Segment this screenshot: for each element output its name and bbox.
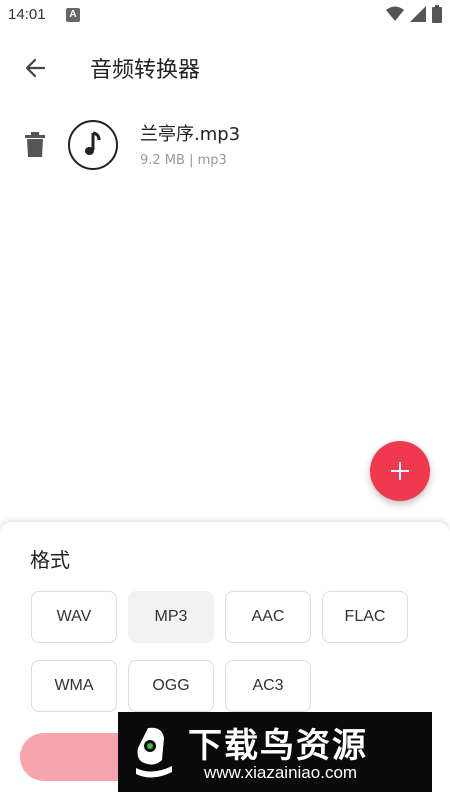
arrow-left-icon: [25, 58, 46, 78]
trash-icon: [25, 132, 45, 157]
format-ac3-button[interactable]: AC3: [225, 660, 311, 712]
format-mp3-button[interactable]: MP3: [128, 591, 214, 643]
file-name: 兰亭序.mp3: [140, 124, 241, 145]
signal-icon: [410, 6, 426, 22]
bird-logo-icon: [132, 726, 176, 780]
file-list-item[interactable]: 兰亭序.mp3 9.2 MB | mp3: [0, 112, 450, 182]
battery-icon: [432, 5, 442, 23]
format-wma-button[interactable]: WMA: [31, 660, 117, 712]
watermark-title: 下载鸟资源: [188, 726, 368, 766]
back-button[interactable]: [20, 52, 52, 84]
format-wav-button[interactable]: WAV: [31, 591, 117, 643]
watermark-url: www.xiazainiao.com: [204, 763, 358, 782]
format-flac-button[interactable]: FLAC: [322, 591, 408, 643]
status-time: 14:01: [8, 6, 46, 23]
format-aac-button[interactable]: AAC: [225, 591, 311, 643]
status-icons: [386, 5, 442, 23]
file-meta: 9.2 MB | mp3: [140, 153, 227, 168]
notification-icon: A: [66, 8, 80, 22]
wifi-icon: [386, 6, 404, 21]
delete-button[interactable]: [24, 132, 46, 158]
status-bar: 14:01 A: [0, 0, 450, 32]
page-title: 音频转换器: [90, 58, 201, 83]
app-bar: 音频转换器: [0, 40, 450, 96]
format-ogg-button[interactable]: OGG: [128, 660, 214, 712]
sheet-title: 格式: [30, 548, 70, 572]
music-note-icon: [68, 120, 118, 170]
add-file-button[interactable]: [370, 441, 430, 501]
watermark-banner: 下载鸟资源 www.xiazainiao.com: [118, 712, 432, 792]
